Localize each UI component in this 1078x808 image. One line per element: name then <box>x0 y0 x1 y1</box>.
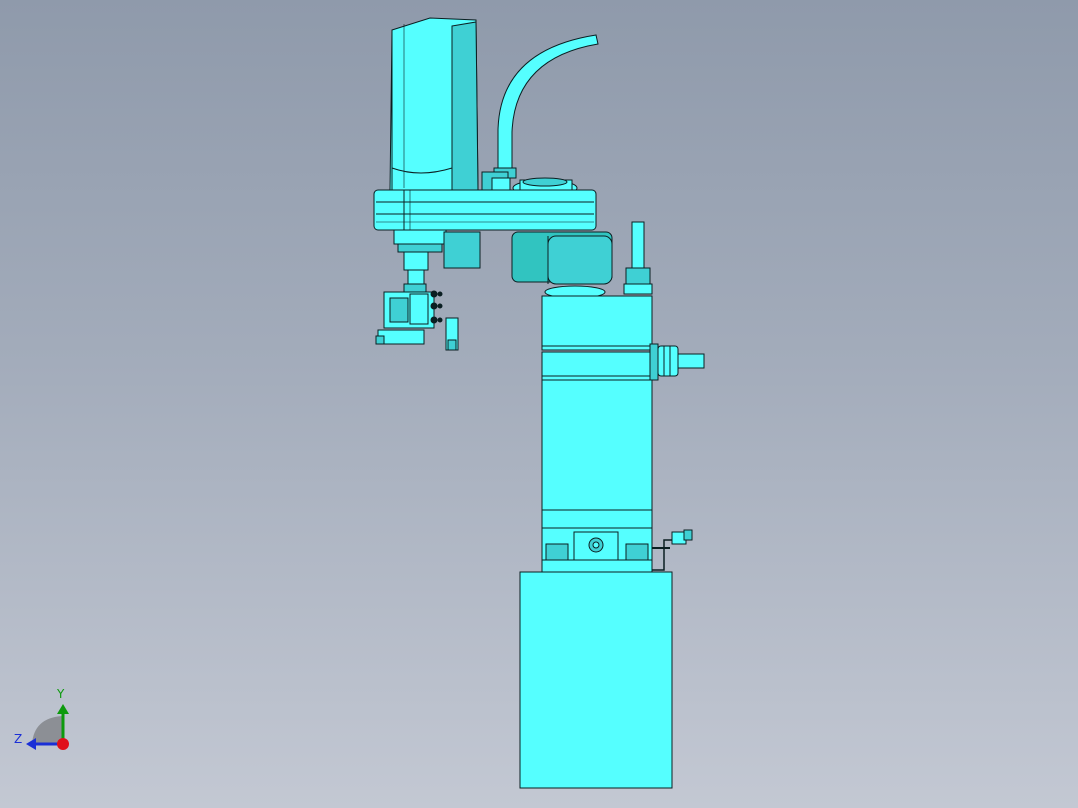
triad-y-label: Y <box>57 687 65 701</box>
triad-arc <box>32 716 62 744</box>
triad-z-label: Z <box>14 732 23 746</box>
coordinate-triad <box>26 704 69 750</box>
triad-origin <box>57 738 69 750</box>
cad-viewport[interactable]: Y Z <box>0 0 1078 808</box>
